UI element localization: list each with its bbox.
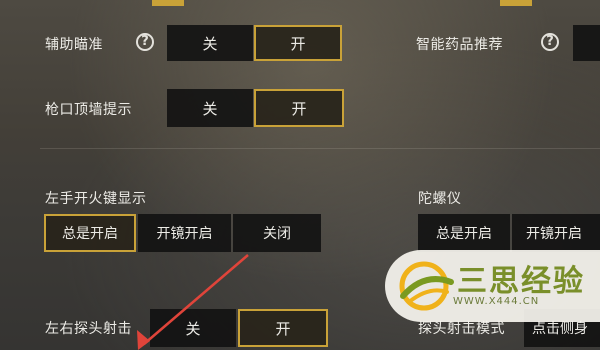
cropped-selected-button <box>500 0 532 6</box>
watermark-logo-icon <box>399 261 454 311</box>
gyro-scope-button[interactable]: 开镜开启 <box>512 214 600 252</box>
arrow-head <box>137 330 150 350</box>
left-fire-off-button[interactable]: 关闭 <box>233 214 321 252</box>
left-fire-scope-button[interactable]: 开镜开启 <box>138 214 231 252</box>
peek-fire-on-button[interactable]: 开 <box>238 309 328 347</box>
muzzle-wall-on-button[interactable]: 开 <box>254 89 344 127</box>
gyro-label: 陀螺仪 <box>418 191 462 207</box>
left-fire-label: 左手开火键显示 <box>45 191 147 207</box>
cropped-selected-button <box>152 0 184 6</box>
peek-fire-off-button[interactable]: 关 <box>150 309 236 347</box>
aim-assist-label: 辅助瞄准 <box>45 37 103 53</box>
aim-assist-on-button[interactable]: 开 <box>254 25 342 61</box>
gyro-always-button[interactable]: 总是开启 <box>418 214 510 252</box>
watermark-url: WWW.X444.CN <box>453 296 540 307</box>
aim-assist-off-button[interactable]: 关 <box>167 25 253 61</box>
left-fire-always-button[interactable]: 总是开启 <box>44 214 136 252</box>
section-divider <box>40 148 600 149</box>
peek-fire-label: 左右探头射击 <box>45 321 132 337</box>
help-icon[interactable]: ? <box>541 33 559 51</box>
watermark-text: 三思经验 <box>457 264 585 299</box>
smart-meds-label: 智能药品推荐 <box>416 37 503 53</box>
smart-meds-toggle-button[interactable] <box>573 25 600 61</box>
help-icon[interactable]: ? <box>136 33 154 51</box>
watermark: 三思经验 WWW.X444.CN <box>385 250 600 322</box>
muzzle-wall-label: 枪口顶墙提示 <box>45 102 132 118</box>
muzzle-wall-off-button[interactable]: 关 <box>167 89 253 127</box>
